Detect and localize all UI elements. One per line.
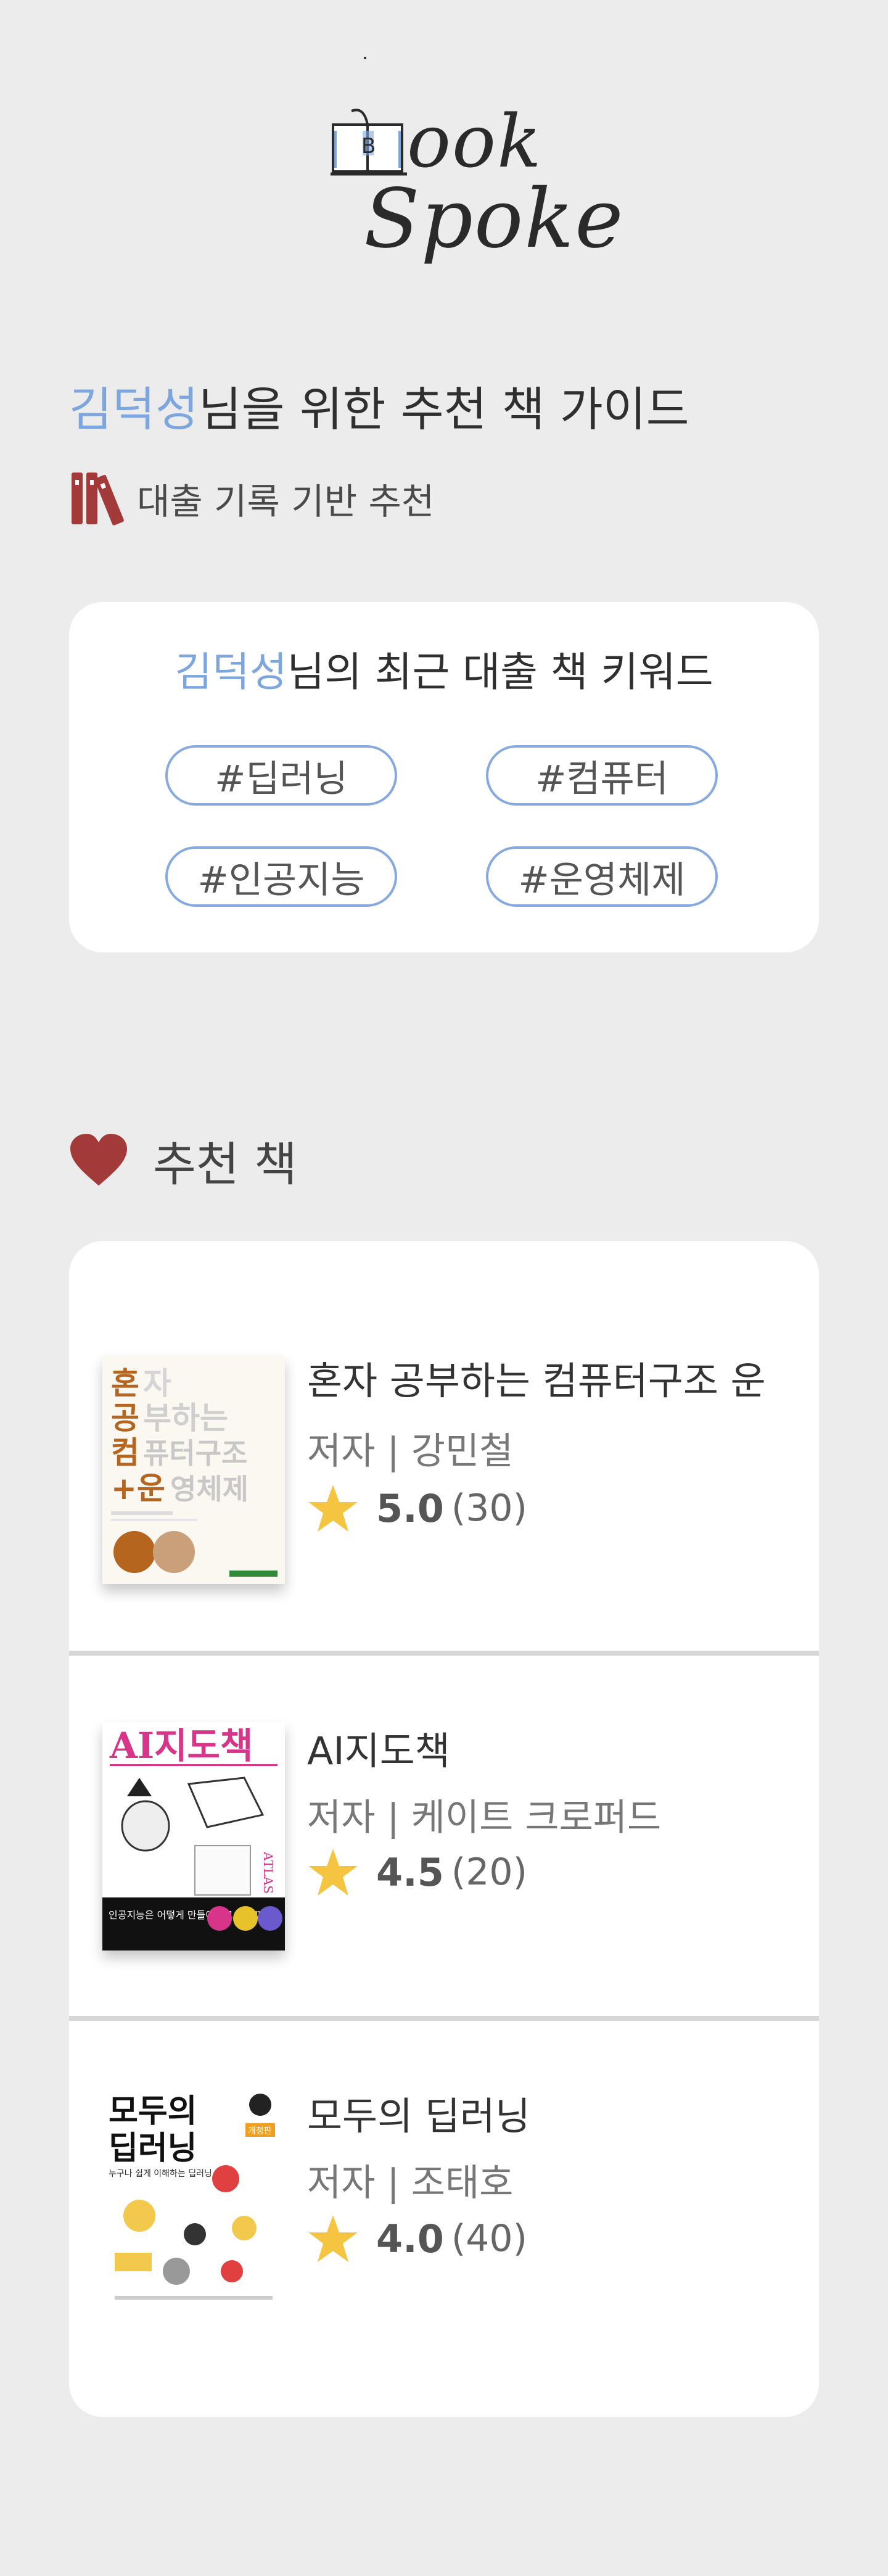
cover-text: 부하는 <box>143 1400 228 1436</box>
user-name: 김덕성 <box>69 382 199 437</box>
keyword-card-title: 김덕성님의 최근 대출 책 키워드 <box>69 639 819 698</box>
book-item[interactable]: 모두의 딥러닝 누구나 쉽게 이해하는 딥러닝 개정판 모두의 딥러닝 저자 |… <box>69 1970 819 2334</box>
rating-count: (30) <box>451 1487 528 1530</box>
cover-text: 누구나 쉽게 이해하는 딥러닝 <box>109 2169 212 2179</box>
subtitle-row: 대출 기록 기반 추천 <box>69 468 434 529</box>
book-cover-art: AI지도책 ATLAS 인공지능은 어떻게 만들어지고 있을까? <box>102 1722 285 1951</box>
keyword-chip[interactable]: #운영체제 <box>486 846 718 907</box>
rating-score: 5.0 <box>376 1485 444 1531</box>
star-icon <box>308 1849 358 1896</box>
book-author: 저자 | 강민철 <box>307 1430 514 1473</box>
book-author: 저자 | 케이트 크로퍼드 <box>307 1796 662 1839</box>
book-cover[interactable]: 혼 자 공 부하는 컴 퓨터구조 +운 영체제 <box>102 1356 285 1584</box>
logo-word-spoke: Spoke <box>364 171 625 266</box>
cover-text: 영체제 <box>170 1472 249 1506</box>
rating-score: 4.0 <box>376 2216 444 2261</box>
keyword-title-suffix: 님의 최근 대출 책 키워드 <box>287 648 713 696</box>
svg-text:B: B <box>361 134 376 159</box>
user-name: 김덕성 <box>175 648 287 696</box>
cover-text: AI지도책 <box>109 1725 253 1767</box>
rating-count: (40) <box>451 2217 528 2260</box>
book-cover[interactable]: AI지도책 ATLAS 인공지능은 어떻게 만들어지고 있을까? <box>102 1722 285 1951</box>
subtitle: 대출 기록 기반 추천 <box>137 481 435 522</box>
page-title: 김덕성님을 위한 추천 책 가이드 <box>69 371 689 439</box>
book-cover-art: 혼 자 공 부하는 컴 퓨터구조 +운 영체제 <box>102 1356 285 1584</box>
recommend-heading: 추천 책 <box>69 1126 297 1194</box>
keyword-chip[interactable]: #딥러닝 <box>165 745 397 806</box>
cover-text: 딥러닝 <box>109 2130 197 2167</box>
book-cover[interactable]: 모두의 딥러닝 누구나 쉽게 이해하는 딥러닝 개정판 <box>102 2086 285 2314</box>
heart-icon <box>70 1134 127 1186</box>
book-author: 저자 | 조태호 <box>307 2161 514 2205</box>
cover-text: 개정판 <box>248 2126 272 2136</box>
cover-text: 혼 <box>111 1366 139 1402</box>
cover-text: 모두의 <box>109 2093 197 2130</box>
book-item[interactable]: 혼 자 공 부하는 컴 퓨터구조 +운 영체제 혼자 공부하는 컴퓨터구조 운 … <box>69 1241 819 1605</box>
book-title[interactable]: 모두의 딥러닝 <box>307 2085 530 2140</box>
cover-text: 공 <box>111 1400 139 1436</box>
books-icon <box>72 473 124 526</box>
cover-text: ATLAS <box>261 1851 276 1894</box>
star-icon <box>308 1485 358 1532</box>
open-book-icon: B <box>331 109 407 176</box>
book-list-card: 혼 자 공 부하는 컴 퓨터구조 +운 영체제 혼자 공부하는 컴퓨터구조 운 … <box>69 1241 819 2417</box>
status-dot <box>364 57 366 59</box>
book-rating: 4.0 (40) <box>307 2211 527 2266</box>
book-rating: 5.0 (30) <box>307 1480 527 1536</box>
book-item[interactable]: AI지도책 ATLAS 인공지능은 어떻게 만들어지고 있을까? AI지도책 저… <box>69 1605 819 1969</box>
book-cover-art: 모두의 딥러닝 누구나 쉽게 이해하는 딥러닝 개정판 <box>102 2086 285 2314</box>
keyword-card: 김덕성님의 최근 대출 책 키워드 #딥러닝 #컴퓨터 #인공지능 #운영체제 <box>69 602 819 952</box>
cover-text: 자 <box>143 1366 171 1402</box>
recommend-title: 추천 책 <box>153 1137 297 1192</box>
book-rating: 4.5 (20) <box>307 1844 527 1900</box>
cover-text: 퓨터구조 <box>143 1437 247 1470</box>
cover-text: +운 <box>111 1471 165 1506</box>
cover-text: 컴 <box>111 1435 139 1471</box>
title-suffix: 님을 위한 추천 책 가이드 <box>198 382 689 437</box>
star-icon <box>308 2215 358 2262</box>
book-title[interactable]: AI지도책 <box>307 1720 450 1775</box>
keyword-chip[interactable]: #인공지능 <box>165 846 397 907</box>
rating-count: (20) <box>451 1851 528 1894</box>
keyword-chip[interactable]: #컴퓨터 <box>486 745 718 806</box>
book-title[interactable]: 혼자 공부하는 컴퓨터구조 운 <box>307 1350 766 1405</box>
bookspoke-logo[interactable]: B ook Spoke <box>321 99 623 302</box>
rating-score: 4.5 <box>376 1849 444 1895</box>
